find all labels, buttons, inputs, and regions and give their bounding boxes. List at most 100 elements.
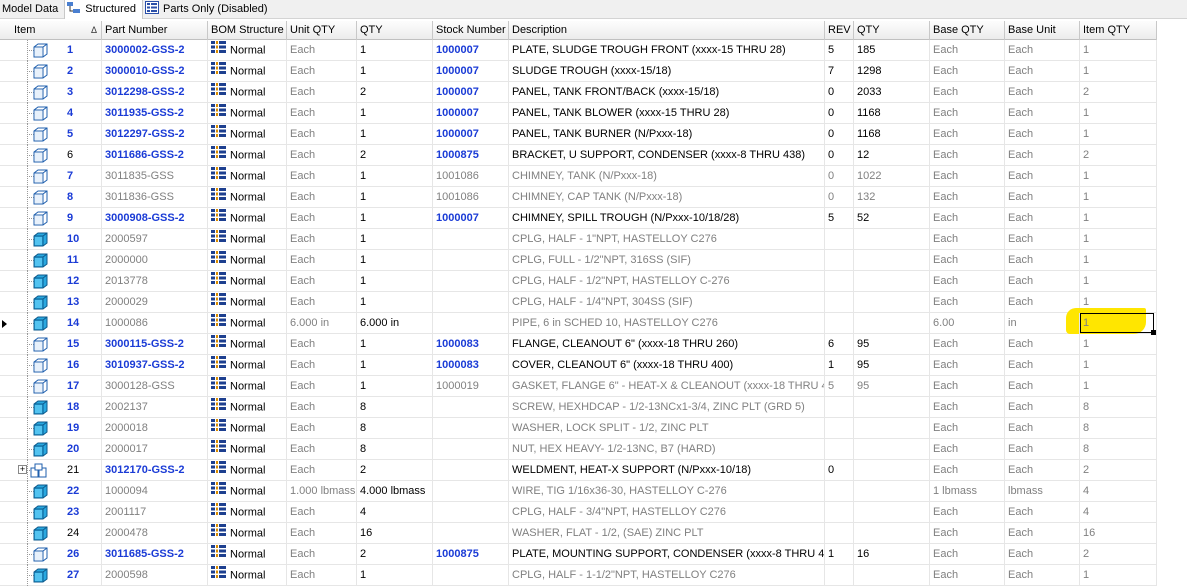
cell-stock[interactable]: 1000007: [433, 82, 509, 103]
cell-rev[interactable]: 0: [825, 124, 854, 145]
col-header-base-qty[interactable]: Base QTY: [930, 21, 1005, 40]
cell-base-qty[interactable]: Each: [930, 145, 1005, 166]
cell-base-unit[interactable]: Each: [1005, 565, 1080, 586]
table-row[interactable]: 10 2000597 Normal Each 1 CPLG, HALF - 1"NPT, …: [0, 229, 1157, 250]
cell-base-unit[interactable]: Each: [1005, 145, 1080, 166]
cell-bom[interactable]: Normal: [208, 271, 287, 292]
cell-base-qty[interactable]: Each: [930, 418, 1005, 439]
cell-base-unit[interactable]: Each: [1005, 229, 1080, 250]
cell-bom[interactable]: Normal: [208, 313, 287, 334]
cell-qty[interactable]: 4.000 lbmass: [357, 481, 433, 502]
cell-base-qty[interactable]: Each: [930, 397, 1005, 418]
cell-bom[interactable]: Normal: [208, 439, 287, 460]
cell-base-unit[interactable]: Each: [1005, 187, 1080, 208]
cell-desc[interactable]: WIRE, TIG 1/16x36-30, HASTELLOY C-276: [509, 481, 825, 502]
cell-base-qty[interactable]: Each: [930, 271, 1005, 292]
table-row[interactable]: 1 3000002-GSS-2 Normal Each 1 1000007 PLATE, S…: [0, 40, 1157, 61]
cell-item-qty[interactable]: 8: [1080, 418, 1157, 439]
cell-rev[interactable]: [825, 418, 854, 439]
cell-stock[interactable]: 1000007: [433, 40, 509, 61]
cell-base-qty[interactable]: Each: [930, 250, 1005, 271]
cell-part[interactable]: 3011835-GSS: [102, 166, 208, 187]
table-row[interactable]: 7 3011835-GSS Normal Each 1 1001086 CHIMNEY, T…: [0, 166, 1157, 187]
cell-qty2[interactable]: 1168: [854, 124, 930, 145]
cell-qty[interactable]: 1: [357, 565, 433, 586]
cell-desc[interactable]: CHIMNEY, CAP TANK (N/Pxxx-18): [509, 187, 825, 208]
cell-item-qty[interactable]: 2: [1080, 544, 1157, 565]
cell-qty2[interactable]: [854, 565, 930, 586]
cell-item[interactable]: 2: [64, 61, 102, 82]
cell-item-qty[interactable]: 1: [1080, 355, 1157, 376]
cell-bom[interactable]: Normal: [208, 82, 287, 103]
cell-item-qty[interactable]: 4: [1080, 502, 1157, 523]
cell-item[interactable]: 8: [64, 187, 102, 208]
cell-unit-qty[interactable]: 6.000 in: [287, 313, 357, 334]
cell-item[interactable]: 13: [64, 292, 102, 313]
cell-rev[interactable]: 0: [825, 145, 854, 166]
cell-desc[interactable]: PANEL, TANK BLOWER (xxxx-15 THRU 28): [509, 103, 825, 124]
cell-stock[interactable]: 1000083: [433, 334, 509, 355]
table-row[interactable]: 26 3011685-GSS-2 Normal Each 2 1000875 PLATE, …: [0, 544, 1157, 565]
cell-rev[interactable]: 6: [825, 334, 854, 355]
cell-item-qty[interactable]: 1: [1080, 565, 1157, 586]
cell-part[interactable]: 2000598: [102, 565, 208, 586]
cell-qty[interactable]: 1: [357, 40, 433, 61]
cell-qty[interactable]: 1: [357, 229, 433, 250]
cell-stock[interactable]: 1000007: [433, 103, 509, 124]
cell-qty[interactable]: 1: [357, 334, 433, 355]
table-row[interactable]: 12 2013778 Normal Each 1 CPLG, HALF - 1/2"NPT…: [0, 271, 1157, 292]
cell-rev[interactable]: [825, 502, 854, 523]
cell-desc[interactable]: PLATE, SLUDGE TROUGH FRONT (xxxx-15 THRU…: [509, 40, 825, 61]
cell-item-qty[interactable]: 1: [1080, 61, 1157, 82]
cell-item[interactable]: 22: [64, 481, 102, 502]
cell-bom[interactable]: Normal: [208, 145, 287, 166]
cell-stock[interactable]: [433, 313, 509, 334]
cell-unit-qty[interactable]: Each: [287, 208, 357, 229]
cell-base-qty[interactable]: Each: [930, 61, 1005, 82]
cell-part[interactable]: 3000115-GSS-2: [102, 334, 208, 355]
cell-unit-qty[interactable]: Each: [287, 502, 357, 523]
cell-stock[interactable]: 1000007: [433, 208, 509, 229]
cell-stock[interactable]: [433, 397, 509, 418]
cell-base-unit[interactable]: in: [1005, 313, 1080, 334]
cell-qty[interactable]: 1: [357, 292, 433, 313]
cell-part[interactable]: 2000478: [102, 523, 208, 544]
cell-part[interactable]: 2000000: [102, 250, 208, 271]
cell-rev[interactable]: [825, 397, 854, 418]
cell-item[interactable]: 24: [64, 523, 102, 544]
cell-unit-qty[interactable]: Each: [287, 40, 357, 61]
cell-item-qty[interactable]: 2: [1080, 460, 1157, 481]
cell-item[interactable]: 19: [64, 418, 102, 439]
table-row[interactable]: 17 3000128-GSS Normal Each 1 1000019 GASKET, F…: [0, 376, 1157, 397]
cell-unit-qty[interactable]: Each: [287, 460, 357, 481]
cell-bom[interactable]: Normal: [208, 481, 287, 502]
cell-qty[interactable]: 2: [357, 460, 433, 481]
cell-stock[interactable]: [433, 439, 509, 460]
cell-item[interactable]: 9: [64, 208, 102, 229]
cell-desc[interactable]: PLATE, MOUNTING SUPPORT, CONDENSER (xxxx…: [509, 544, 825, 565]
cell-unit-qty[interactable]: Each: [287, 271, 357, 292]
cell-bom[interactable]: Normal: [208, 292, 287, 313]
cell-base-unit[interactable]: Each: [1005, 250, 1080, 271]
cell-rev[interactable]: [825, 271, 854, 292]
cell-stock[interactable]: [433, 418, 509, 439]
cell-qty2[interactable]: 1168: [854, 103, 930, 124]
cell-part[interactable]: 3000002-GSS-2: [102, 40, 208, 61]
cell-desc[interactable]: CPLG, HALF - 1"NPT, HASTELLOY C276: [509, 229, 825, 250]
cell-qty2[interactable]: [854, 523, 930, 544]
table-row[interactable]: 9 3000908-GSS-2 Normal Each 1 1000007 CHIMNEY,…: [0, 208, 1157, 229]
cell-desc[interactable]: PANEL, TANK FRONT/BACK (xxxx-15/18): [509, 82, 825, 103]
cell-base-unit[interactable]: Each: [1005, 397, 1080, 418]
cell-desc[interactable]: CPLG, FULL - 1/2"NPT, 316SS (SIF): [509, 250, 825, 271]
cell-base-qty[interactable]: Each: [930, 376, 1005, 397]
cell-qty2[interactable]: 132: [854, 187, 930, 208]
cell-qty2[interactable]: 52: [854, 208, 930, 229]
cell-base-qty[interactable]: Each: [930, 544, 1005, 565]
cell-stock[interactable]: [433, 523, 509, 544]
cell-base-unit[interactable]: Each: [1005, 61, 1080, 82]
cell-desc[interactable]: SCREW, HEXHDCAP - 1/2-13NCx1-3/4, ZINC P…: [509, 397, 825, 418]
cell-part[interactable]: 3011836-GSS: [102, 187, 208, 208]
cell-desc[interactable]: FLANGE, CLEANOUT 6" (xxxx-18 THRU 260): [509, 334, 825, 355]
cell-stock[interactable]: [433, 229, 509, 250]
col-header-part-number[interactable]: Part Number: [102, 21, 208, 40]
